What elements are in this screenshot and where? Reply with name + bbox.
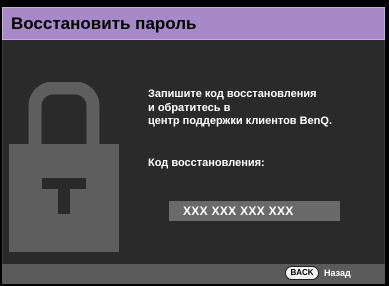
content-panel: Запишите код восстановления и обратитесь… (2, 40, 385, 264)
instruction-message: Запишите код восстановления и обратитесь… (148, 88, 332, 129)
instruction-line-3: центр поддержки клиентов BenQ. (148, 115, 333, 127)
recovery-code-label: Код восстановления: (148, 157, 265, 169)
recover-password-screen: Восстановить пароль Запишите код восстан… (0, 0, 389, 286)
instruction-line-2: и обратитесь в (148, 101, 231, 114)
footer-bar: BACK Назад (2, 264, 385, 284)
back-button[interactable]: BACK (285, 266, 319, 280)
recovery-code-box: XXX XXX XXX XXX (169, 201, 340, 221)
instruction-line-1: Запишите код восстановления (148, 88, 317, 100)
back-label: Назад (324, 268, 351, 278)
recovery-code-value: XXX XXX XXX XXX (183, 204, 294, 218)
title-bar: Восстановить пароль (2, 7, 385, 40)
lock-icon (9, 82, 119, 252)
page-title: Восстановить пароль (11, 14, 197, 33)
